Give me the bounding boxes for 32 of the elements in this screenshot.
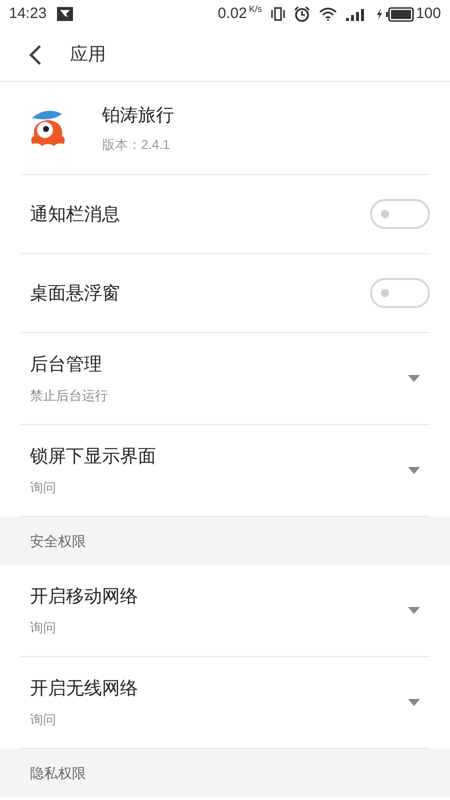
setting-label: 开启无线网络 bbox=[30, 677, 138, 700]
wifi-icon bbox=[318, 7, 337, 21]
setting-value: 询问 bbox=[30, 711, 57, 730]
charging-icon bbox=[376, 8, 383, 20]
picture-notification-icon bbox=[56, 7, 73, 21]
dropdown-arrow-icon[interactable] bbox=[408, 467, 420, 474]
setting-value: 询问 bbox=[30, 479, 57, 498]
alarm-icon bbox=[294, 6, 310, 22]
setting-label: 通知栏消息 bbox=[30, 202, 120, 226]
setting-label: 桌面悬浮窗 bbox=[30, 282, 120, 304]
status-time: 14:23 bbox=[9, 4, 47, 24]
dropdown-arrow-icon[interactable] bbox=[408, 699, 420, 706]
speed-unit: K/s bbox=[248, 3, 262, 16]
dropdown-arrow-icon[interactable] bbox=[408, 607, 420, 614]
setting-value: 禁止后台运行 bbox=[30, 387, 108, 406]
setting-label: 开启移动网络 bbox=[30, 585, 138, 608]
setting-value: 询问 bbox=[30, 619, 57, 638]
setting-label: 后台管理 bbox=[30, 353, 103, 376]
battery-icon bbox=[386, 6, 414, 22]
dropdown-arrow-icon[interactable] bbox=[408, 375, 420, 382]
setting-label: 锁屏下显示界面 bbox=[30, 445, 156, 468]
section-title: 安全权限 bbox=[30, 532, 86, 550]
toggle-switch[interactable] bbox=[370, 199, 430, 229]
toggle-switch[interactable] bbox=[370, 278, 430, 308]
app-name: 铂涛旅行 bbox=[102, 104, 174, 127]
section-title: 隐私权限 bbox=[30, 764, 86, 782]
app-version: 版本：2.4.1 bbox=[102, 136, 171, 154]
battery-level: 100 bbox=[416, 4, 441, 24]
back-icon[interactable] bbox=[28, 44, 42, 66]
network-speed: 0.02 bbox=[218, 4, 247, 24]
vibrate-icon bbox=[270, 7, 285, 21]
page-title: 应用 bbox=[70, 43, 106, 66]
